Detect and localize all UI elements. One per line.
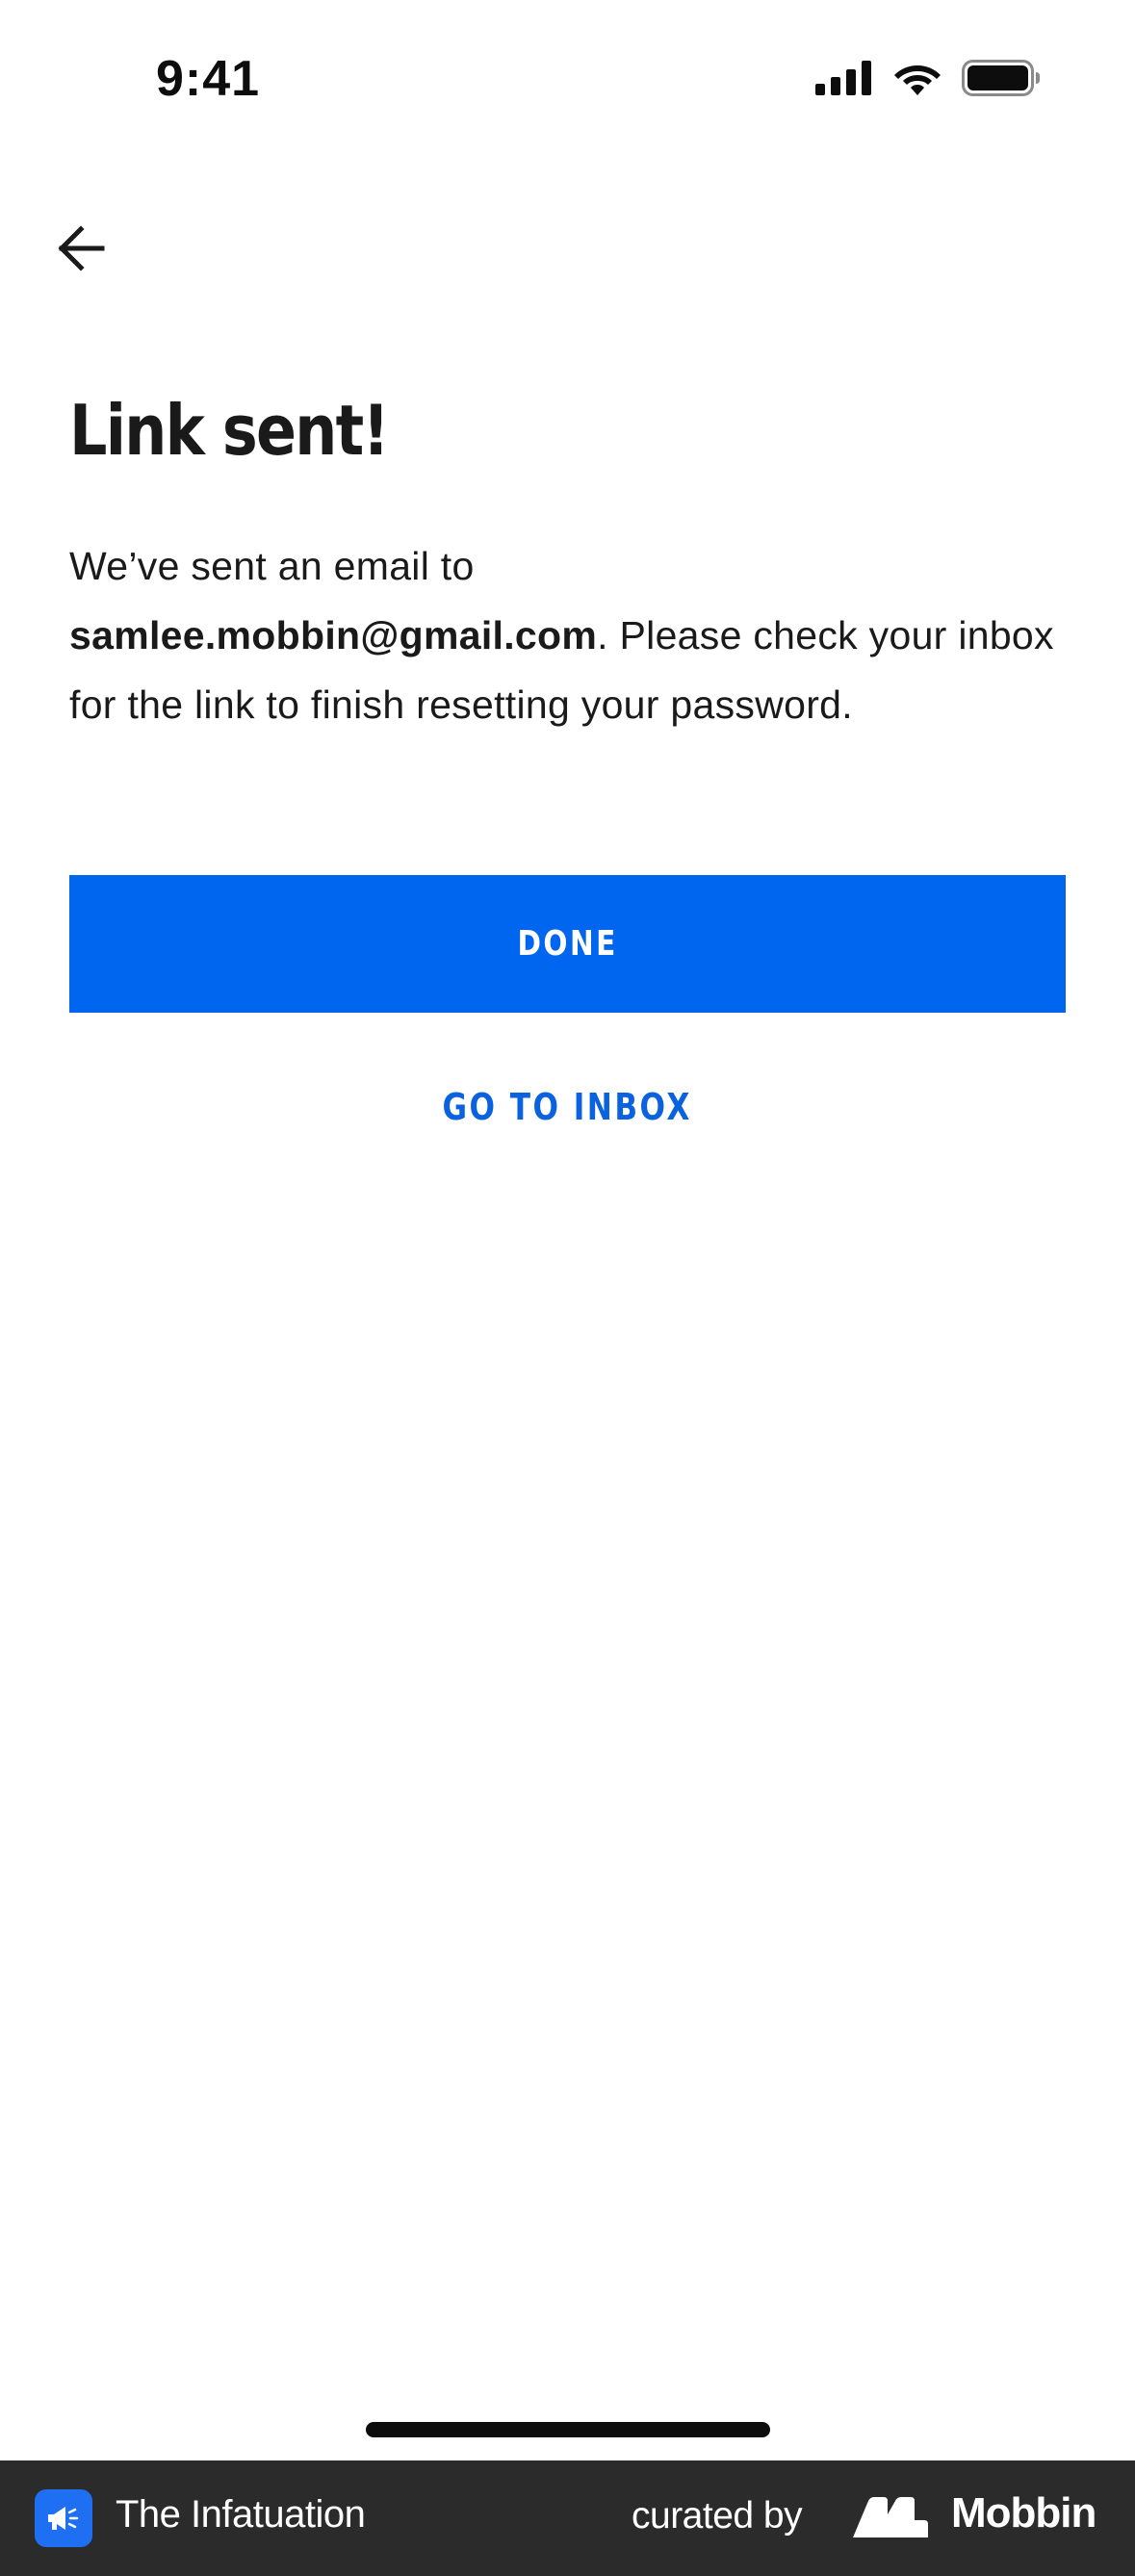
status-time: 9:41: [156, 51, 261, 107]
message-prefix: We’ve sent an email to: [69, 544, 475, 588]
confirmation-message: We’ve sent an email to samlee.mobbin@gmai…: [69, 531, 1071, 739]
footer-curated-label: curated by: [632, 2495, 803, 2537]
email-address: samlee.mobbin@gmail.com: [69, 613, 598, 657]
footer-app-name: The Infatuation: [116, 2493, 366, 2536]
footer-bar: The Infatuation curated by Mobbin: [0, 2460, 1135, 2576]
back-button[interactable]: [50, 219, 112, 281]
go-to-inbox-label: GO TO INBOX: [442, 1086, 693, 1128]
signal-icon: [815, 61, 873, 100]
status-bar: 9:41: [0, 0, 1135, 168]
footer-brand-name: Mobbin: [951, 2489, 1096, 2537]
megaphone-icon: [35, 2489, 92, 2547]
wifi-icon: [892, 60, 942, 101]
done-button[interactable]: DONE: [69, 875, 1066, 1013]
mobbin-logo-icon: [851, 2495, 938, 2541]
done-button-label: DONE: [517, 924, 618, 964]
battery-icon: [962, 60, 1041, 101]
arrow-left-icon: [56, 224, 106, 276]
status-icons: [815, 60, 1041, 101]
page-title: Link sent!: [69, 390, 390, 471]
go-to-inbox-link[interactable]: GO TO INBOX: [69, 1076, 1066, 1138]
home-indicator: [366, 2422, 770, 2437]
